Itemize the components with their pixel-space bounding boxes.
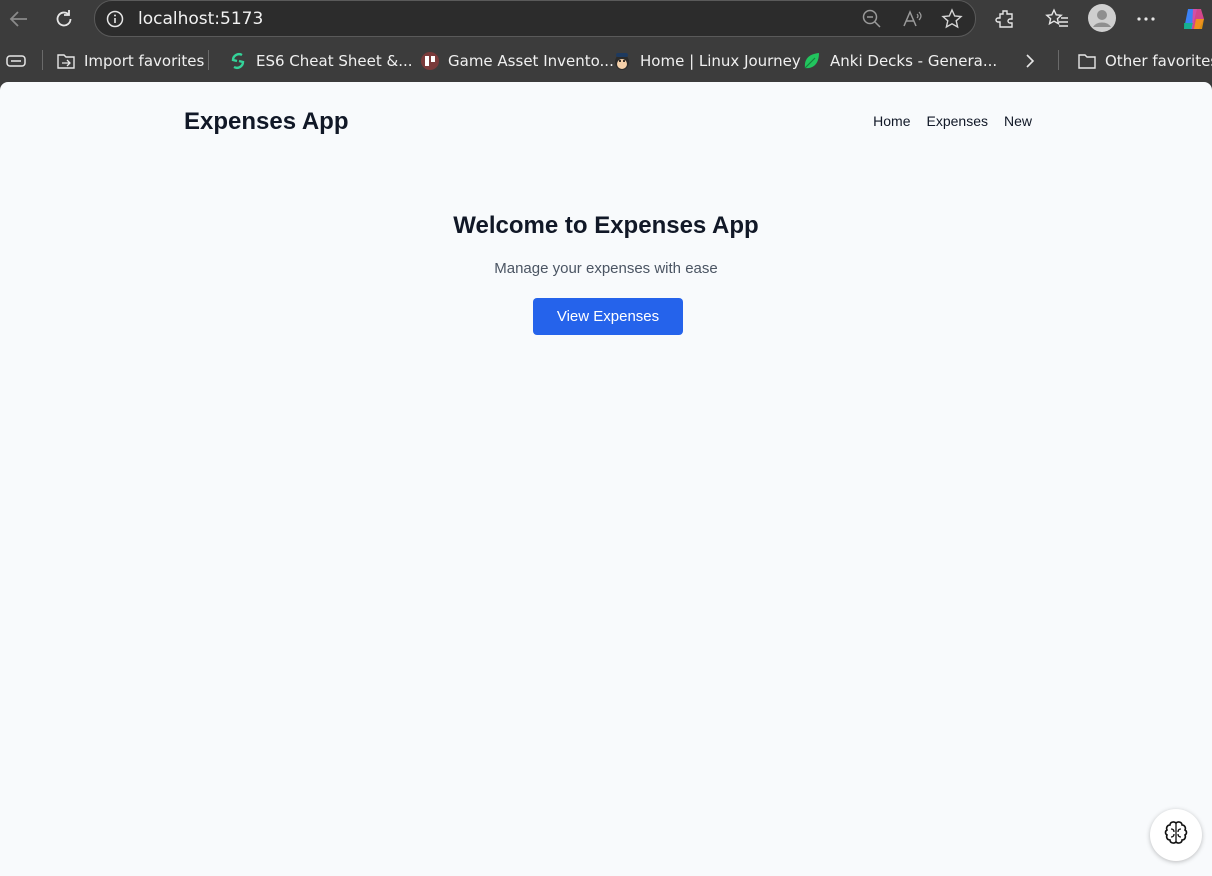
back-icon[interactable] xyxy=(5,5,33,33)
bookmark-linux-journey[interactable]: Home | Linux Journey xyxy=(612,50,801,72)
zoom-out-icon[interactable] xyxy=(861,8,883,30)
view-expenses-button[interactable]: View Expenses xyxy=(533,298,683,335)
bookmark-label: ES6 Cheat Sheet &... xyxy=(256,52,413,70)
favorites-icon[interactable] xyxy=(1044,6,1070,32)
refresh-icon[interactable] xyxy=(50,5,78,33)
bookmark-label: Anki Decks - Genera... xyxy=(830,52,998,70)
bookmark-import-favorites[interactable]: Import favorites xyxy=(56,50,204,72)
hero-title-wrap: Welcome to Expenses App xyxy=(0,212,1212,240)
leaf-icon xyxy=(802,51,822,71)
folder-icon xyxy=(1077,51,1097,71)
hero-title: Welcome to Expenses App xyxy=(453,212,759,239)
chevron-right-icon[interactable] xyxy=(1022,50,1038,72)
copilot-icon[interactable] xyxy=(1179,4,1209,34)
divider xyxy=(42,50,43,70)
favorite-star-icon[interactable] xyxy=(941,8,963,30)
import-icon xyxy=(56,51,76,71)
trello-icon xyxy=(420,51,440,71)
bookmark-anki[interactable]: Anki Decks - Genera... xyxy=(802,50,997,72)
info-icon[interactable] xyxy=(105,9,125,34)
divider xyxy=(208,50,209,70)
divider xyxy=(1058,50,1059,70)
bookmark-label: Import favorites xyxy=(84,52,205,70)
bookmark-label: Other favorites xyxy=(1105,52,1212,70)
browser-toolbar: localhost:5173 xyxy=(0,0,1212,38)
hero-subtitle: Manage your expenses with ease xyxy=(494,260,718,277)
bookmark-label: Game Asset Invento... xyxy=(448,52,614,70)
app-brand[interactable]: Expenses App xyxy=(184,108,349,136)
bookmark-es6[interactable]: ES6 Cheat Sheet &... xyxy=(228,50,413,72)
read-aloud-icon[interactable] xyxy=(901,8,923,30)
bookmark-other-favorites[interactable]: Other favorites xyxy=(1077,50,1212,72)
extensions-icon[interactable] xyxy=(993,6,1019,32)
tab-actions-icon[interactable] xyxy=(6,50,26,72)
nav-home[interactable]: Home xyxy=(873,113,910,129)
bookmark-game-asset[interactable]: Game Asset Invento... xyxy=(420,50,614,72)
page-content: Expenses App Home Expenses New Welcome t… xyxy=(0,82,1212,876)
brain-icon xyxy=(1162,819,1190,852)
linux-icon xyxy=(612,51,632,71)
address-bar[interactable]: localhost:5173 xyxy=(94,0,976,37)
url-text: localhost:5173 xyxy=(138,9,264,29)
hero-subtitle-wrap: Manage your expenses with ease xyxy=(0,260,1212,277)
nav-new[interactable]: New xyxy=(1004,113,1032,129)
profile-icon[interactable] xyxy=(1088,4,1116,32)
bookmark-label: Home | Linux Journey xyxy=(640,52,801,70)
bookmarks-bar: Import favorites ES6 Cheat Sheet &... Ga… xyxy=(0,38,1212,82)
more-icon[interactable] xyxy=(1133,6,1159,32)
es6-icon xyxy=(228,51,248,71)
assistant-button[interactable] xyxy=(1150,809,1202,861)
main-nav: Home Expenses New xyxy=(873,113,1032,129)
nav-expenses[interactable]: Expenses xyxy=(927,113,988,129)
